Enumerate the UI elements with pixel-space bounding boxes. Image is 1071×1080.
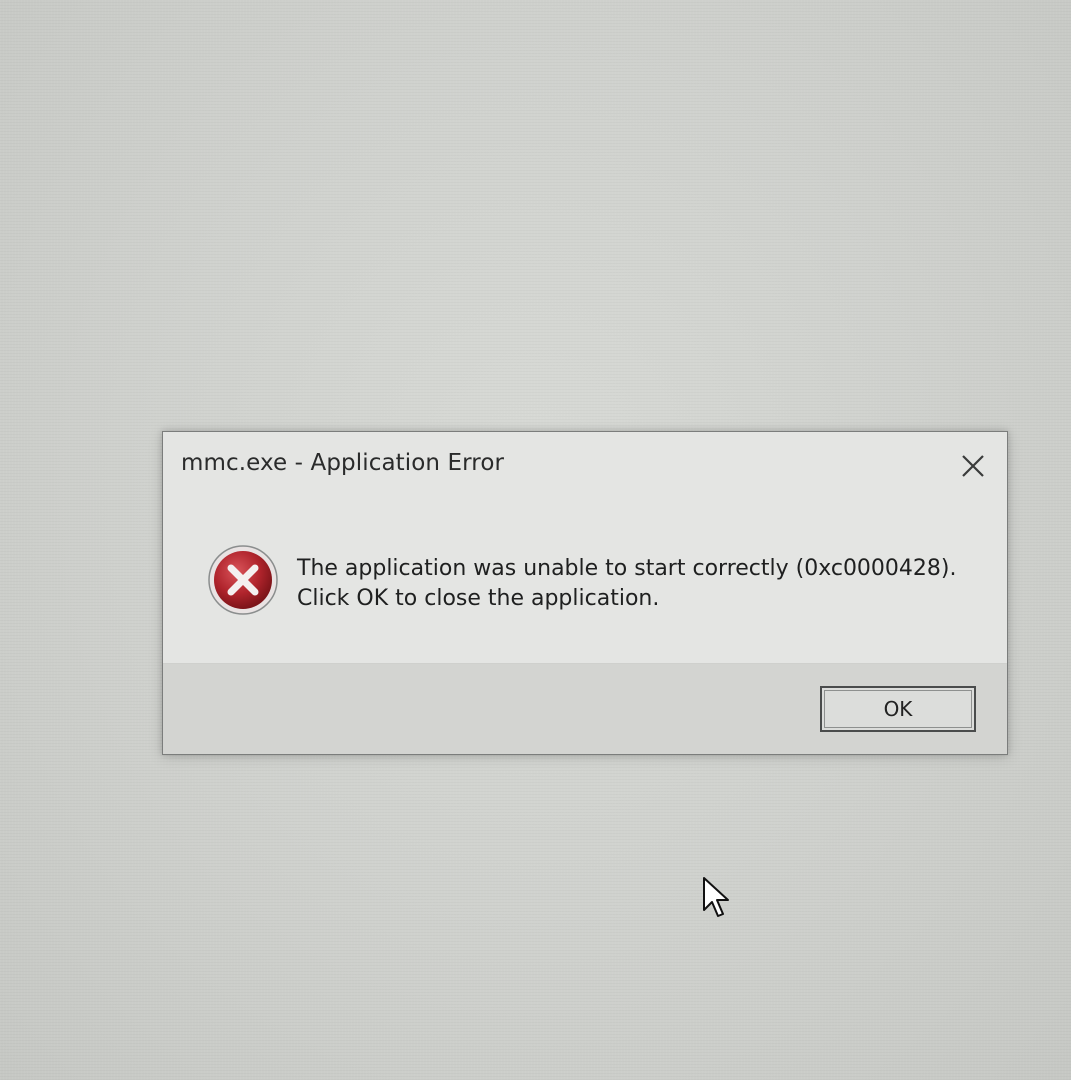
dialog-title-bar[interactable]: mmc.exe - Application Error [163, 432, 1007, 494]
close-icon [962, 455, 984, 477]
error-message-line-1: The application was unable to start corr… [297, 556, 957, 581]
close-button[interactable] [953, 446, 993, 486]
ok-button[interactable]: OK [820, 686, 976, 732]
dialog-button-bar: OK [163, 663, 1007, 754]
mouse-pointer-icon [703, 877, 729, 917]
dialog-title: mmc.exe - Application Error [181, 450, 505, 476]
application-error-dialog: mmc.exe - Application Error The applicat… [162, 431, 1008, 755]
error-message: The application was unable to start corr… [297, 554, 957, 614]
dialog-content: The application was unable to start corr… [163, 494, 1007, 664]
error-icon [208, 545, 278, 615]
error-message-line-2: Click OK to close the application. [297, 586, 660, 611]
